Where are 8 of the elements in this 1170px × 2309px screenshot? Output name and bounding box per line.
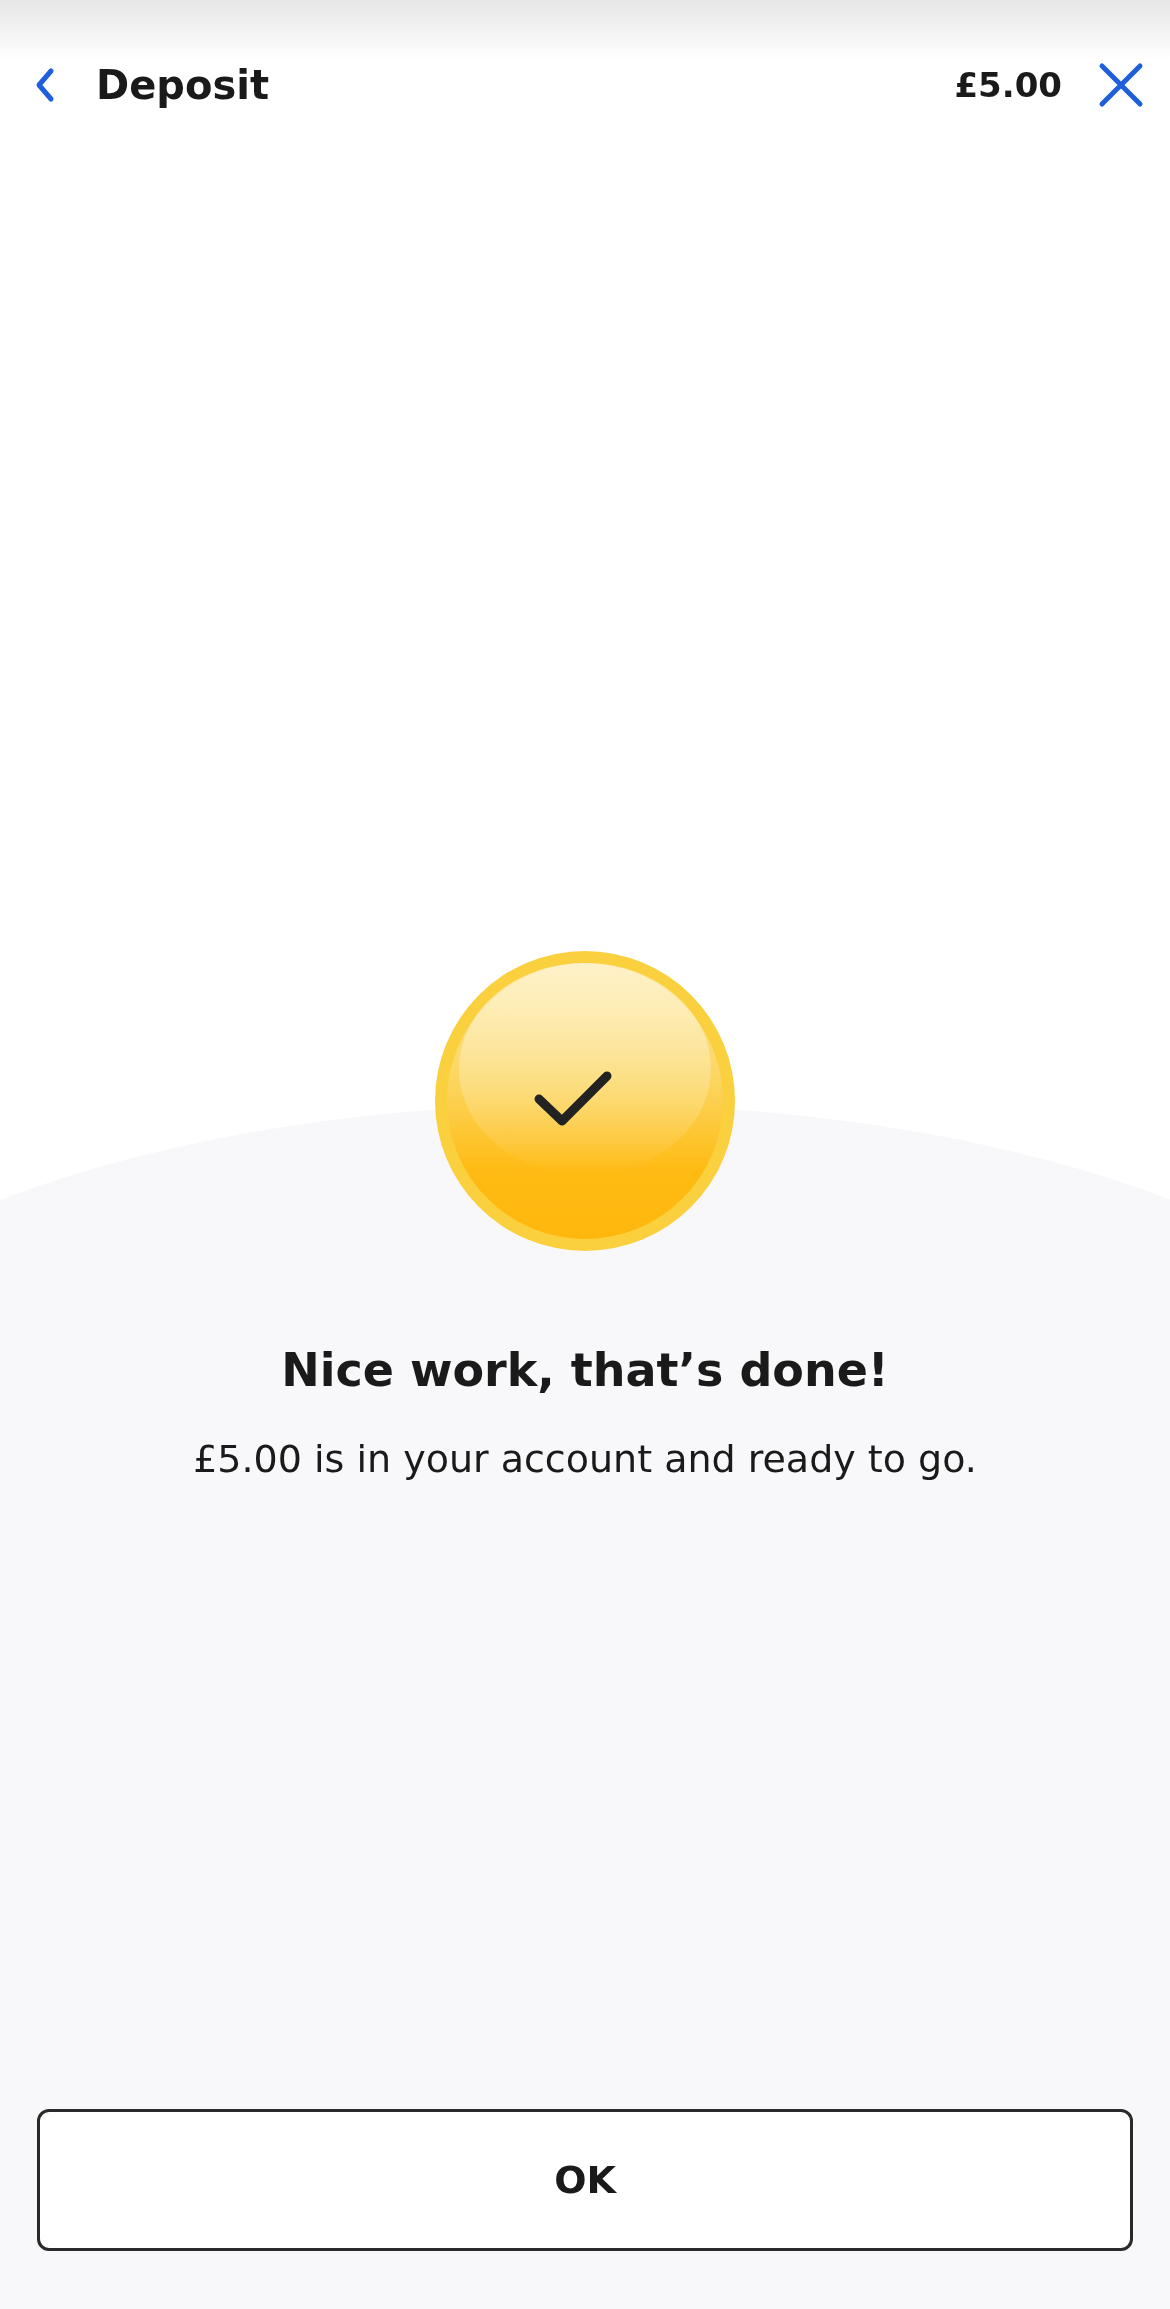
page-title: Deposit bbox=[96, 62, 271, 108]
success-message: £5.00 is in your account and ready to go. bbox=[193, 1437, 977, 1481]
deposit-amount: £5.00 bbox=[954, 65, 1062, 105]
check-icon bbox=[435, 951, 735, 1251]
ok-button[interactable]: OK bbox=[37, 2109, 1133, 2251]
close-icon bbox=[1098, 62, 1144, 108]
success-title: Nice work, that’s done! bbox=[281, 1343, 889, 1397]
close-button[interactable] bbox=[1098, 62, 1144, 108]
